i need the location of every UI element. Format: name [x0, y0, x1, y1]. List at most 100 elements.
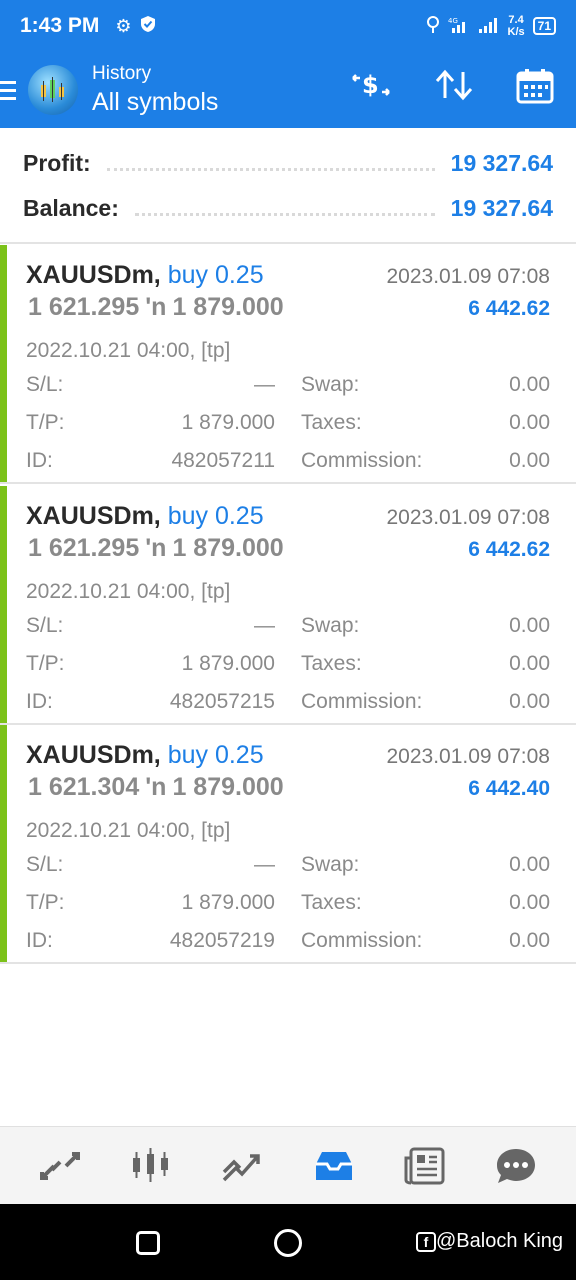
dotted-leader: [106, 155, 435, 171]
signal-4g-icon: 4G: [448, 16, 470, 37]
taxes-label: Taxes:: [301, 891, 362, 914]
commission-label: Commission:: [301, 690, 423, 713]
summary-panel: Profit: 19 327.64 Balance: 19 327.64: [0, 128, 576, 244]
sort-icon[interactable]: [434, 68, 474, 112]
history-icon[interactable]: [309, 1141, 359, 1191]
deal-prices: 1 621.295'n 1 879.000: [28, 293, 284, 322]
commission-value: 0.00: [509, 929, 550, 952]
facebook-icon: f: [416, 1231, 436, 1252]
trade-icon[interactable]: [217, 1141, 267, 1191]
deal-prices: 1 621.295'n 1 879.000: [28, 534, 284, 563]
bottom-nav: [0, 1126, 576, 1204]
battery-icon: 71: [532, 17, 556, 35]
deal-profit: 6 442.62: [468, 538, 550, 561]
taxes-value: 0.00: [509, 652, 550, 675]
deal-details: S/L: — Swap: 0.00 T/P: 1 879.000 Taxes: …: [26, 853, 550, 967]
sl-label: S/L:: [26, 853, 64, 876]
tp-label: T/P:: [26, 411, 65, 434]
deal-symbol: XAUUSDm,: [26, 741, 161, 769]
system-nav-bar: f @Baloch King: [0, 1204, 576, 1280]
home-icon[interactable]: [274, 1229, 302, 1257]
deal-open-price: 1 621.304: [28, 773, 140, 801]
profit-row: Profit: 19 327.64: [23, 146, 553, 180]
app-bar-title[interactable]: All symbols: [92, 88, 218, 117]
deal-details: S/L: — Swap: 0.00 T/P: 1 879.000 Taxes: …: [26, 373, 550, 487]
deal-item[interactable]: XAUUSDm, buy 0.25 2023.01.09 07:08 1 621…: [0, 245, 576, 484]
status-time: 1:43 PM: [20, 14, 100, 37]
deal-type: buy 0.25: [167, 741, 264, 769]
network-speed-value: 7.4: [508, 14, 524, 26]
deal-open-price: 1 621.295: [28, 293, 140, 321]
deal-type: buy 0.25: [167, 261, 264, 289]
commission-label: Commission:: [301, 929, 423, 952]
quotes-icon[interactable]: [35, 1141, 85, 1191]
profit-value: 19 327.64: [450, 149, 553, 176]
app-bar: History All symbols $: [0, 52, 576, 128]
shield-check-icon: [140, 15, 156, 38]
news-icon[interactable]: [400, 1141, 450, 1191]
taxes-label: Taxes:: [301, 652, 362, 675]
chart-icon[interactable]: [126, 1141, 176, 1191]
deal-symbol-line: XAUUSDm, buy 0.25: [26, 502, 264, 531]
svg-text:$: $: [362, 71, 379, 99]
deal-details: S/L: — Swap: 0.00 T/P: 1 879.000 Taxes: …: [26, 614, 550, 728]
deal-item[interactable]: XAUUSDm, buy 0.25 2023.01.09 07:08 1 621…: [0, 486, 576, 725]
id-label: ID:: [26, 690, 53, 713]
id-value: 482057219: [169, 929, 275, 952]
taxes-value: 0.00: [509, 891, 550, 914]
network-speed-unit: K/s: [507, 26, 525, 38]
deal-close-time: 2023.01.09 07:08: [386, 745, 551, 768]
buy-indicator-bar: [0, 245, 7, 482]
alarm-icon: [426, 15, 440, 37]
sl-value: —: [254, 853, 275, 876]
sl-value: —: [254, 614, 275, 637]
swap-label: Swap:: [301, 614, 360, 637]
deal-close-price: 1 879.000: [172, 773, 284, 801]
buy-indicator-bar: [0, 486, 7, 723]
id-value: 482057211: [171, 449, 275, 472]
deal-item[interactable]: XAUUSDm, buy 0.25 2023.01.09 07:08 1 621…: [0, 725, 576, 964]
chat-icon[interactable]: [491, 1141, 541, 1191]
deal-type: buy 0.25: [167, 502, 264, 530]
id-value: 482057215: [169, 690, 275, 713]
swap-value: 0.00: [509, 614, 550, 637]
deal-profit: 6 442.40: [468, 777, 550, 800]
profit-label: Profit:: [23, 149, 91, 176]
sl-label: S/L:: [26, 373, 64, 396]
calendar-icon[interactable]: [516, 68, 554, 112]
watermark-text: @Baloch King: [436, 1230, 564, 1252]
deal-symbol-line: XAUUSDm, buy 0.25: [26, 741, 264, 770]
network-speed: 7.4 K/s: [508, 14, 525, 38]
commission-label: Commission:: [301, 449, 423, 472]
deal-symbol: XAUUSDm,: [26, 261, 161, 289]
recent-apps-icon[interactable]: [136, 1231, 160, 1255]
currency-exchange-icon[interactable]: $: [350, 68, 392, 112]
tp-value: 1 879.000: [181, 891, 275, 914]
deal-close-price: 1 879.000: [172, 534, 284, 562]
deal-close-time: 2023.01.09 07:08: [386, 506, 551, 529]
swap-value: 0.00: [509, 853, 550, 876]
deal-open-time: 2022.10.21 04:00, [tp]: [26, 819, 231, 842]
app-bar-subtitle: History: [92, 63, 152, 84]
balance-label: Balance:: [23, 194, 119, 221]
watermark: f @Baloch King: [416, 1230, 563, 1253]
deal-close-time: 2023.01.09 07:08: [386, 265, 551, 288]
swap-value: 0.00: [509, 373, 550, 396]
tp-label: T/P:: [26, 652, 65, 675]
deal-open-time: 2022.10.21 04:00, [tp]: [26, 339, 231, 362]
app-logo[interactable]: [28, 65, 78, 115]
deal-price-arrow: 'n: [145, 293, 167, 321]
signal-icon: [478, 16, 500, 37]
deal-open-price: 1 621.295: [28, 534, 140, 562]
tp-value: 1 879.000: [181, 652, 275, 675]
menu-icon[interactable]: [0, 80, 22, 100]
swap-label: Swap:: [301, 853, 360, 876]
swap-label: Swap:: [301, 373, 360, 396]
deal-close-price: 1 879.000: [172, 293, 284, 321]
id-label: ID:: [26, 449, 53, 472]
buy-indicator-bar: [0, 725, 7, 962]
status-bar: 1:43 PM ⚙ 4G 7.4 K/s 71: [0, 0, 576, 52]
deal-price-arrow: 'n: [145, 773, 167, 801]
deal-profit: 6 442.62: [468, 297, 550, 320]
deal-open-time: 2022.10.21 04:00, [tp]: [26, 580, 231, 603]
